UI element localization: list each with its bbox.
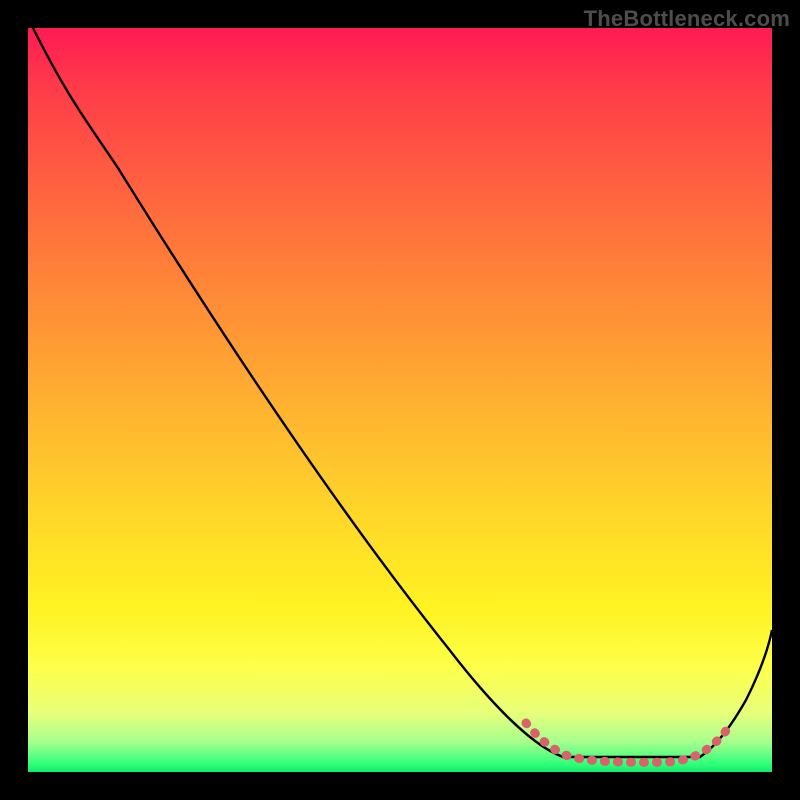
curve-layer <box>28 28 772 772</box>
watermark-text: TheBottleneck.com <box>584 6 790 32</box>
plot-area <box>28 28 772 772</box>
bottleneck-curve <box>33 28 772 757</box>
chart-stage: TheBottleneck.com <box>0 0 800 800</box>
